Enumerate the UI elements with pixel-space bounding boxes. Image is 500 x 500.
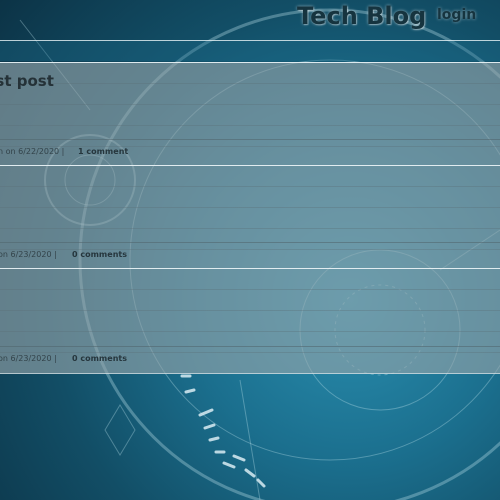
post-divider [0, 139, 500, 140]
post-meta: on 6/23/2020 | [0, 250, 57, 259]
comments-link[interactable]: 0 comments [72, 347, 127, 371]
login-link[interactable]: login [437, 7, 476, 23]
post-card: rst post n on 6/22/2020 | 1 comment [0, 62, 500, 166]
post-title[interactable]: rst post [0, 72, 54, 90]
header-band [0, 41, 500, 61]
post-card: on 6/23/2020 | 0 comments [0, 268, 500, 374]
post-card: on 6/23/2020 | 0 comments [0, 165, 500, 269]
comments-link[interactable]: 1 comment [78, 140, 128, 164]
site-title[interactable]: Tech Blog [297, 2, 426, 30]
comments-link[interactable]: 0 comments [72, 243, 127, 267]
post-card-lines [0, 63, 500, 166]
post-meta: n on 6/22/2020 | [0, 147, 65, 156]
site-header: Tech Blog login [0, 0, 500, 41]
post-meta: on 6/23/2020 | [0, 354, 57, 363]
